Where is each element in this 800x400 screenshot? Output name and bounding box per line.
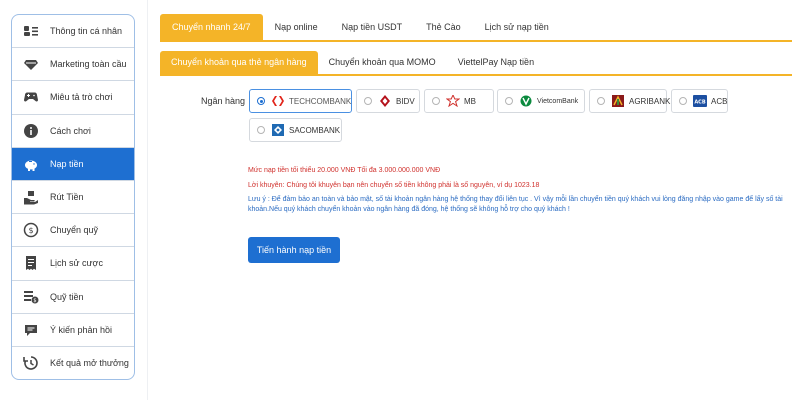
bank-name: AGRIBANK [629,96,671,106]
sidebar-item-label: Marketing toàn cầu [50,59,127,70]
sidebar-item-withdraw[interactable]: Rút Tiền [12,181,134,215]
sidebar-item-label: Chuyển quỹ [50,225,99,236]
fund-icon: $ [23,289,39,305]
dollar-circle-icon: $ [23,222,39,238]
sidebar-item-feedback[interactable]: Ý kiến phản hồi [12,314,134,347]
bank-option-agribank[interactable]: AGRIBANK [589,89,671,113]
tab-viettelpay[interactable]: ViettelPay Nạp tiền [447,51,545,74]
diamond-icon [23,56,39,72]
piggy-bank-icon [23,156,39,172]
bank-name: VietcomBank [537,97,579,105]
vietcombank-logo-icon [519,95,533,107]
sidebar-item-label: Miêu tả trò chơi [50,92,113,103]
sidebar-item-profile[interactable]: Thông tin cá nhân [12,15,134,49]
tab-online-deposit[interactable]: Nạp online [263,14,330,40]
receipt-icon [23,255,39,271]
sidebar-item-marketing[interactable]: Marketing toàn cầu [12,48,134,82]
gamepad-icon [23,89,39,105]
tab-deposit-history[interactable]: Lịch sử nạp tiền [473,14,561,40]
bank-option-vietcombank[interactable]: VietcomBank [497,89,585,113]
sidebar: Thông tin cá nhân Marketing toàn cầu Miê… [11,14,135,380]
bank-field-label: Ngân hàng [201,96,246,106]
radio-empty-icon [679,97,687,105]
tab-bank-card-transfer[interactable]: Chuyển khoản qua thẻ ngân hàng [160,51,318,74]
sidebar-item-bet-history[interactable]: Lịch sử cược [12,247,134,281]
radio-selected-icon [257,97,265,105]
tab-fast-transfer[interactable]: Chuyển nhanh 24/7 [160,14,263,40]
sidebar-item-label: Ý kiến phản hồi [50,324,113,335]
bank-name: ACB [711,96,728,106]
deposit-method-tabs: Chuyển nhanh 24/7 Nạp online Nạp tiền US… [160,14,792,42]
radio-empty-icon [257,126,265,134]
submit-deposit-button[interactable]: Tiến hành nạp tiền [248,237,340,263]
sacombank-logo-icon [271,124,285,136]
history-icon [23,355,39,371]
bank-name: MB [464,96,476,106]
tab-scratch-card[interactable]: Thẻ Cào [414,14,473,40]
sidebar-item-label: Cách chơi [50,125,91,136]
sidebar-item-label: Kết quả mở thưởng [50,358,129,369]
deposit-limit-note: Mức nạp tiền tối thiểu 20.000 VNĐ Tối đa… [248,167,441,174]
bank-option-sacombank[interactable]: SACOMBANK [249,118,342,142]
sidebar-item-label: Lịch sử cược [50,258,103,269]
techcombank-logo-icon [271,95,285,107]
radio-empty-icon [505,97,513,105]
sidebar-item-label: Quỹ tiền [50,291,84,302]
bank-option-techcombank[interactable]: TECHCOMBANK [249,89,352,113]
sidebar-item-fund[interactable]: $ Quỹ tiền [12,281,134,314]
agribank-logo-icon [611,95,625,107]
svg-text:ACB: ACB [694,100,706,106]
sidebar-item-lottery-results[interactable]: Kết quả mở thưởng [12,347,134,379]
mb-logo-icon [446,95,460,107]
bank-option-acb[interactable]: ACB ACB [671,89,728,113]
sidebar-item-label: Nạp tiền [50,158,84,169]
bank-option-mb[interactable]: MB [424,89,494,113]
chat-icon [23,322,39,338]
svg-text:$: $ [28,226,33,235]
tab-momo-transfer[interactable]: Chuyển khoản qua MOMO [318,51,447,74]
bank-name: SACOMBANK [289,125,341,135]
acb-logo-icon: ACB [693,95,707,107]
bank-name: TECHCOMBANK [289,96,352,106]
bank-name: BIDV [396,96,415,106]
money-hand-icon [23,189,39,205]
radio-empty-icon [597,97,605,105]
deposit-tip-note: Lời khuyên: Chúng tôi khuyên bạn nên chu… [248,182,540,189]
sidebar-item-how-to-play[interactable]: Cách chơi [12,115,134,148]
bidv-logo-icon [378,95,392,107]
sidebar-item-transfer-fund[interactable]: $ Chuyển quỹ [12,214,134,248]
id-card-icon [23,23,39,39]
bank-option-bidv[interactable]: BIDV [356,89,420,113]
tab-usdt-deposit[interactable]: Nạp tiền USDT [330,14,415,40]
sidebar-item-deposit[interactable]: Nạp tiền [12,147,134,181]
sidebar-item-label: Thông tin cá nhân [50,26,123,37]
svg-text:$: $ [33,298,36,304]
content-divider [147,0,148,400]
info-icon [23,123,39,139]
radio-empty-icon [432,97,440,105]
sidebar-item-label: Rút Tiền [50,192,84,203]
sidebar-item-game-description[interactable]: Miêu tả trò chơi [12,81,134,115]
security-warning-note: Lưu ý : Để đảm bảo an toàn và bảo mật, s… [248,196,783,213]
radio-empty-icon [364,97,372,105]
transfer-channel-tabs: Chuyển khoản qua thẻ ngân hàng Chuyển kh… [160,51,792,76]
